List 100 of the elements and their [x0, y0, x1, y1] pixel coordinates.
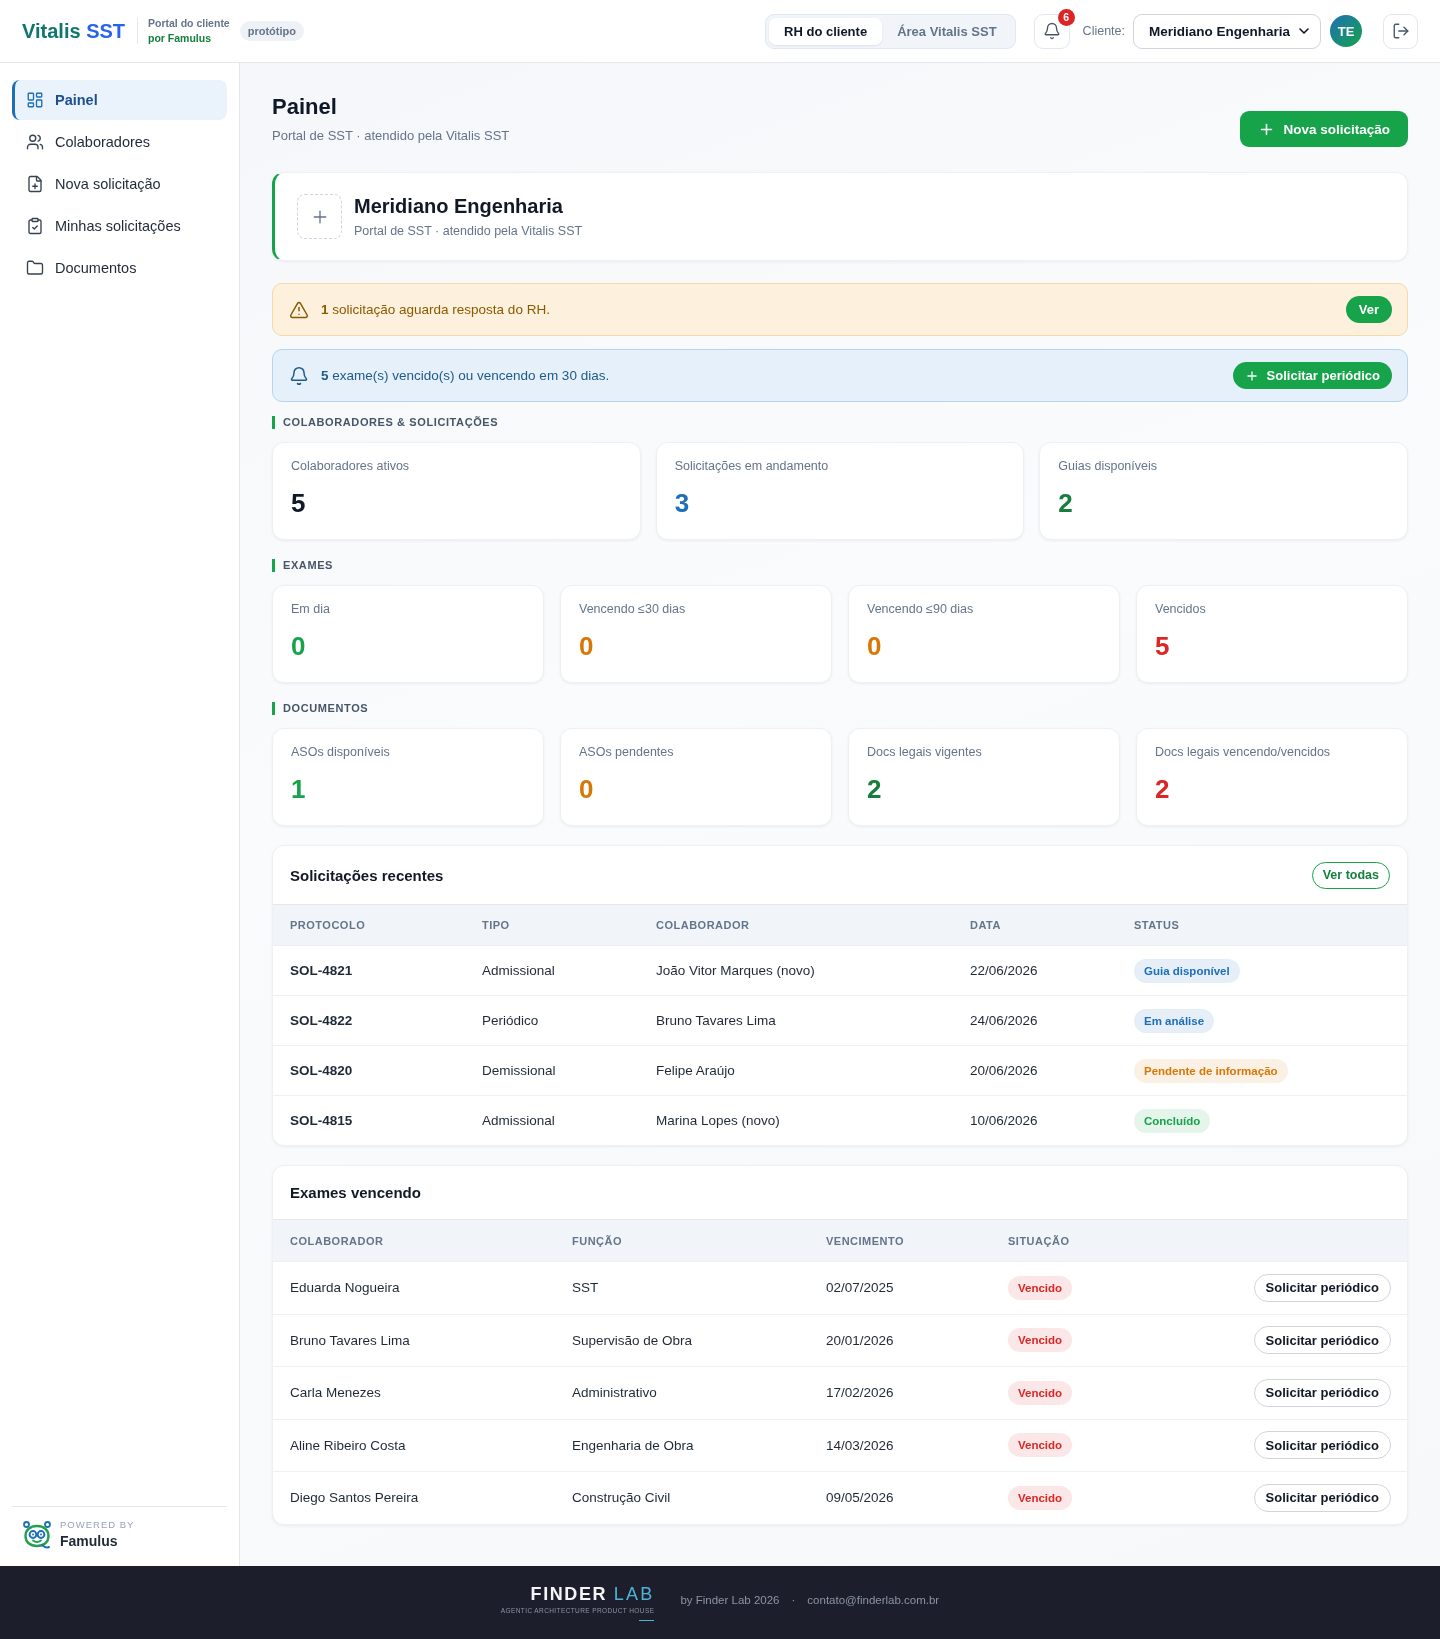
nav-item[interactable]: Minhas solicitações: [12, 206, 227, 246]
request-periodic-button[interactable]: Solicitar periódico: [1253, 1483, 1391, 1512]
brand-name: Famulus: [60, 1533, 119, 1550]
user-avatar[interactable]: TE: [1330, 15, 1362, 47]
client-select[interactable]: Meridiano Engenharia: [1133, 13, 1321, 49]
stat-value: 2: [867, 774, 883, 804]
column-header: DATA: [969, 919, 1002, 931]
request-periodic-button[interactable]: Solicitar periódico: [1253, 1326, 1391, 1355]
logo-placeholder[interactable]: [297, 194, 342, 239]
stat-value: 2: [1155, 774, 1171, 804]
stat-value: 1: [291, 774, 307, 804]
stat-value: 2: [1058, 488, 1074, 518]
nav-item[interactable]: Colaboradores: [12, 122, 227, 162]
status-badge: Vencido: [1008, 1275, 1073, 1300]
brand-name: Vitalis SST: [22, 19, 126, 43]
bell-icon: [289, 365, 309, 386]
table-cell-text: Engenharia de Obra: [571, 1437, 695, 1453]
client-subtitle: Portal de SST · atendido pela Vitalis SST: [354, 224, 583, 239]
table-cell-text: 22/06/2026: [969, 963, 1039, 978]
request-periodic-button[interactable]: Solicitar periódico: [1253, 1378, 1391, 1407]
table-cell-text: 20/06/2026: [969, 1063, 1039, 1078]
table-cell-text: Admissional: [481, 1113, 556, 1128]
table-cell-text: Diego Santos Pereira: [289, 1490, 420, 1506]
column-header: COLABORADOR: [289, 1234, 385, 1247]
alert-message: 1 solicitação aguarda resposta do RH.: [321, 302, 551, 317]
table-cell-text: 24/06/2026: [969, 1013, 1039, 1028]
owl-logo-icon: [22, 1519, 52, 1550]
table-cell-text: Eduarda Nogueira: [289, 1280, 401, 1296]
status-badge: Pendente de informação: [1134, 1058, 1288, 1083]
status-badge: Guia disponível: [1134, 958, 1240, 983]
table-cell-text: SOL-4821: [289, 963, 354, 978]
page-subtitle: Portal de SST · atendido pela Vitalis SST: [272, 128, 510, 144]
table-cell-text: Aline Ribeiro Costa: [289, 1437, 407, 1453]
stat-label: ASOs disponíveis: [291, 745, 391, 760]
stat-value: 0: [291, 631, 307, 661]
column-header: FUNÇÃO: [571, 1234, 624, 1247]
view-tab[interactable]: RH do cliente: [769, 17, 883, 45]
plus-icon: [1244, 368, 1259, 383]
table-cell-text: Periódico: [481, 1013, 540, 1028]
table-cell-text: Demissional: [481, 1063, 557, 1078]
stat-label: Guias disponíveis: [1058, 459, 1158, 474]
folder-icon: [26, 259, 44, 277]
stat-value: 5: [1155, 631, 1171, 661]
stat-label: Colaboradores ativos: [291, 459, 411, 474]
notifications-button[interactable]: [1033, 13, 1070, 49]
footer-separator: ·: [791, 1593, 796, 1606]
nav-item[interactable]: Documentos: [12, 248, 227, 288]
section-heading: DOCUMENTOS: [272, 702, 369, 715]
stat-label: Docs legais vencendo/vencidos: [1155, 745, 1332, 760]
powered-by-label: POWERED BY: [60, 1519, 135, 1530]
nav-item[interactable]: Nova solicitação: [12, 164, 227, 204]
view-tab[interactable]: Área Vitalis SST: [882, 17, 1012, 45]
table-cell-text: Construção Civil: [571, 1490, 672, 1506]
table-cell-text: Carla Menezes: [289, 1385, 382, 1401]
table-cell-text: Bruno Tavares Lima: [289, 1332, 411, 1348]
table-cell-text: 09/05/2026: [825, 1490, 895, 1506]
stat-value: 0: [579, 631, 595, 661]
client-label: Cliente:: [1082, 24, 1125, 38]
column-header: TIPO: [481, 919, 511, 931]
clipboard-check-icon: [26, 217, 44, 235]
portal-label: Portal do cliente: [148, 17, 230, 30]
table-cell-text: 10/06/2026: [969, 1113, 1039, 1128]
file-plus-icon: [26, 175, 44, 193]
table-cell-text: João Vitor Marques (novo): [655, 963, 816, 978]
status-badge: Em análise: [1134, 1008, 1215, 1033]
status-badge: Vencido: [1008, 1328, 1073, 1353]
column-header: PROTOCOLO: [289, 919, 367, 931]
column-header: COLABORADOR: [655, 919, 751, 931]
stat-label: ASOs pendentes: [579, 745, 675, 760]
table-cell-text: 17/02/2026: [825, 1385, 895, 1401]
footer-email[interactable]: contato@finderlab.com.br: [807, 1593, 940, 1606]
stat-label: Docs legais vigentes: [867, 745, 983, 760]
table-cell-text: Supervisão de Obra: [571, 1332, 694, 1348]
column-header: VENCIMENTO: [825, 1234, 906, 1247]
logo-accent-line: [639, 1620, 655, 1621]
finderlab-wordmark: FINDER LAB: [530, 1584, 655, 1605]
prototype-badge: protótipo: [239, 21, 304, 41]
request-periodic-button[interactable]: Solicitar periódico: [1253, 1273, 1391, 1302]
page-title: Painel: [272, 93, 338, 121]
stat-label: Em dia: [291, 602, 331, 617]
nav-item[interactable]: Painel: [12, 80, 227, 120]
table-cell-text: 20/01/2026: [825, 1332, 895, 1348]
client-name: Meridiano Engenharia: [354, 194, 564, 218]
dashboard-icon: [26, 91, 44, 109]
stat-label: Vencendo ≤90 dias: [867, 602, 975, 617]
request-periodic-button[interactable]: Solicitar periódico: [1253, 1431, 1391, 1460]
table-cell-text: Bruno Tavares Lima: [655, 1013, 777, 1028]
table-cell-text: SOL-4815: [289, 1113, 354, 1128]
status-badge: Concluído: [1134, 1108, 1211, 1133]
footer-credit: by Finder Lab 2026: [680, 1593, 780, 1606]
table-cell-text: Felipe Araújo: [655, 1063, 736, 1078]
table-cell-text: SST: [571, 1280, 600, 1296]
logout-button[interactable]: [1383, 13, 1418, 49]
stat-value: 3: [674, 488, 691, 518]
column-header: SITUAÇÃO: [1007, 1234, 1071, 1247]
view-all-button[interactable]: Ver todas: [1311, 861, 1390, 889]
table-cell-text: Admissional: [481, 963, 556, 978]
stat-label: Solicitações em andamento: [674, 459, 830, 474]
bell-icon: [1042, 22, 1061, 40]
users-icon: [26, 133, 44, 151]
